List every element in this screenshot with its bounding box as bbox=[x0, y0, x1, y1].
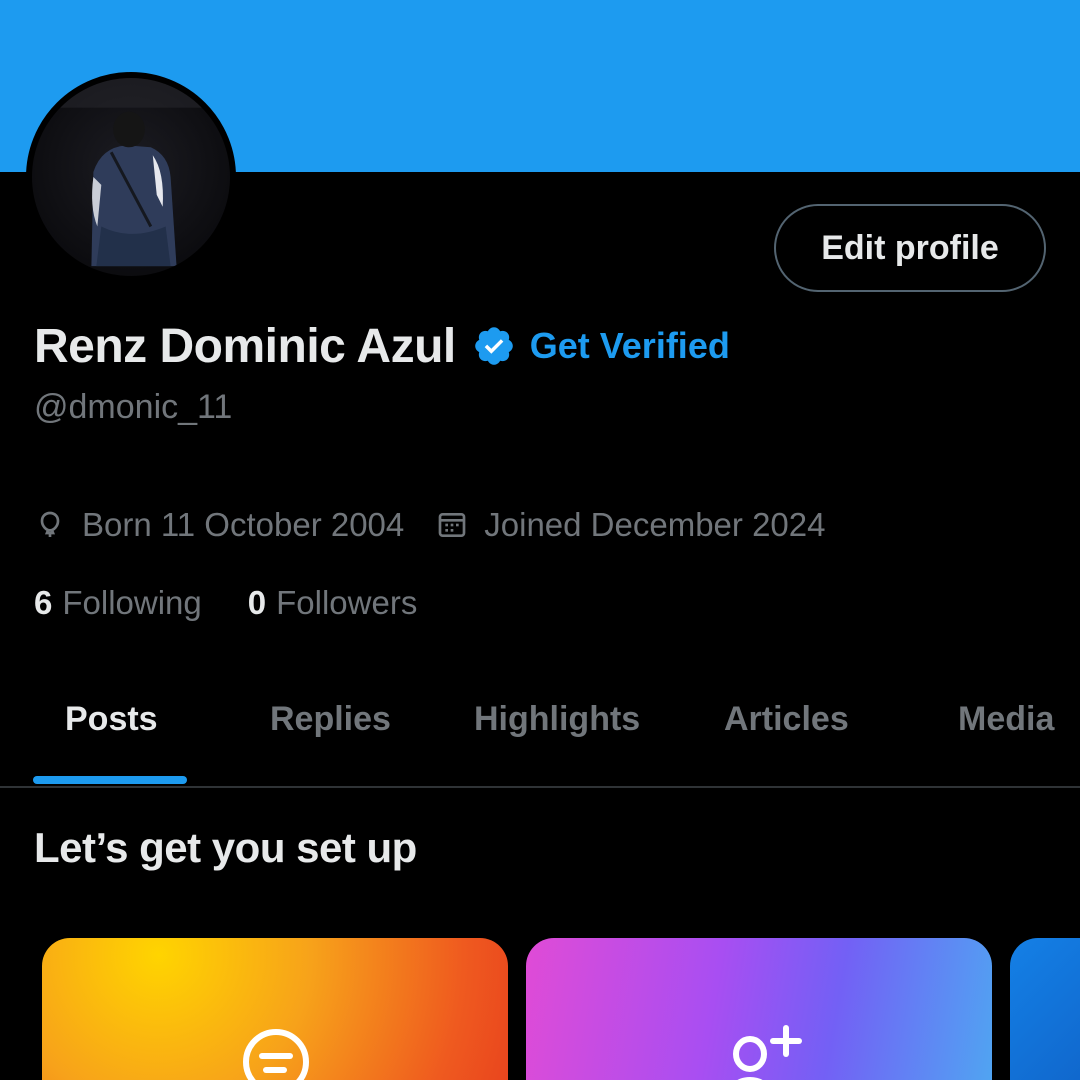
followers-count: 0 bbox=[247, 584, 267, 621]
followers-label: Followers bbox=[276, 584, 418, 621]
setup-card-follow[interactable] bbox=[526, 938, 992, 1080]
edit-profile-button[interactable]: Edit profile bbox=[774, 204, 1046, 292]
profile-meta: Born 11 October 2004 Joined December 202… bbox=[34, 500, 825, 550]
tab-replies[interactable]: Replies bbox=[270, 700, 391, 739]
born-date: Born 11 October 2004 bbox=[34, 506, 404, 544]
verified-badge-icon[interactable] bbox=[472, 324, 516, 368]
joined-text: Joined December 2024 bbox=[484, 506, 826, 543]
following-label: Following bbox=[62, 584, 202, 621]
message-icon bbox=[243, 1029, 309, 1080]
get-verified-link[interactable]: Get Verified bbox=[530, 325, 730, 367]
joined-date: Joined December 2024 bbox=[436, 506, 825, 544]
add-user-icon bbox=[733, 1025, 802, 1080]
following-link[interactable]: 6 Following bbox=[34, 584, 202, 622]
followers-link[interactable]: 0 Followers bbox=[248, 584, 418, 622]
setup-title: Let’s get you set up bbox=[34, 824, 417, 871]
setup-card-post[interactable] bbox=[42, 938, 508, 1080]
born-text: Born 11 October 2004 bbox=[82, 506, 405, 543]
tab-articles[interactable]: Articles bbox=[724, 700, 849, 739]
avatar[interactable] bbox=[26, 72, 236, 282]
balloon-icon bbox=[40, 511, 60, 537]
setup-card-next[interactable] bbox=[1010, 938, 1080, 1080]
user-handle: @dmonic_11 bbox=[34, 388, 233, 426]
name-row: Renz Dominic Azul Get Verified bbox=[34, 312, 730, 380]
tab-media[interactable]: Media bbox=[958, 700, 1054, 739]
avatar-photo bbox=[32, 78, 230, 276]
tab-posts[interactable]: Posts bbox=[65, 700, 158, 739]
follow-stats: 6 Following 0 Followers bbox=[34, 578, 417, 628]
profile-tabs: Posts Replies Highlights Articles Media bbox=[0, 660, 1080, 788]
following-count: 6 bbox=[34, 584, 53, 621]
display-name: Renz Dominic Azul bbox=[34, 319, 456, 373]
active-tab-indicator bbox=[33, 776, 187, 784]
tab-highlights[interactable]: Highlights bbox=[474, 700, 640, 739]
calendar-icon bbox=[438, 513, 466, 537]
